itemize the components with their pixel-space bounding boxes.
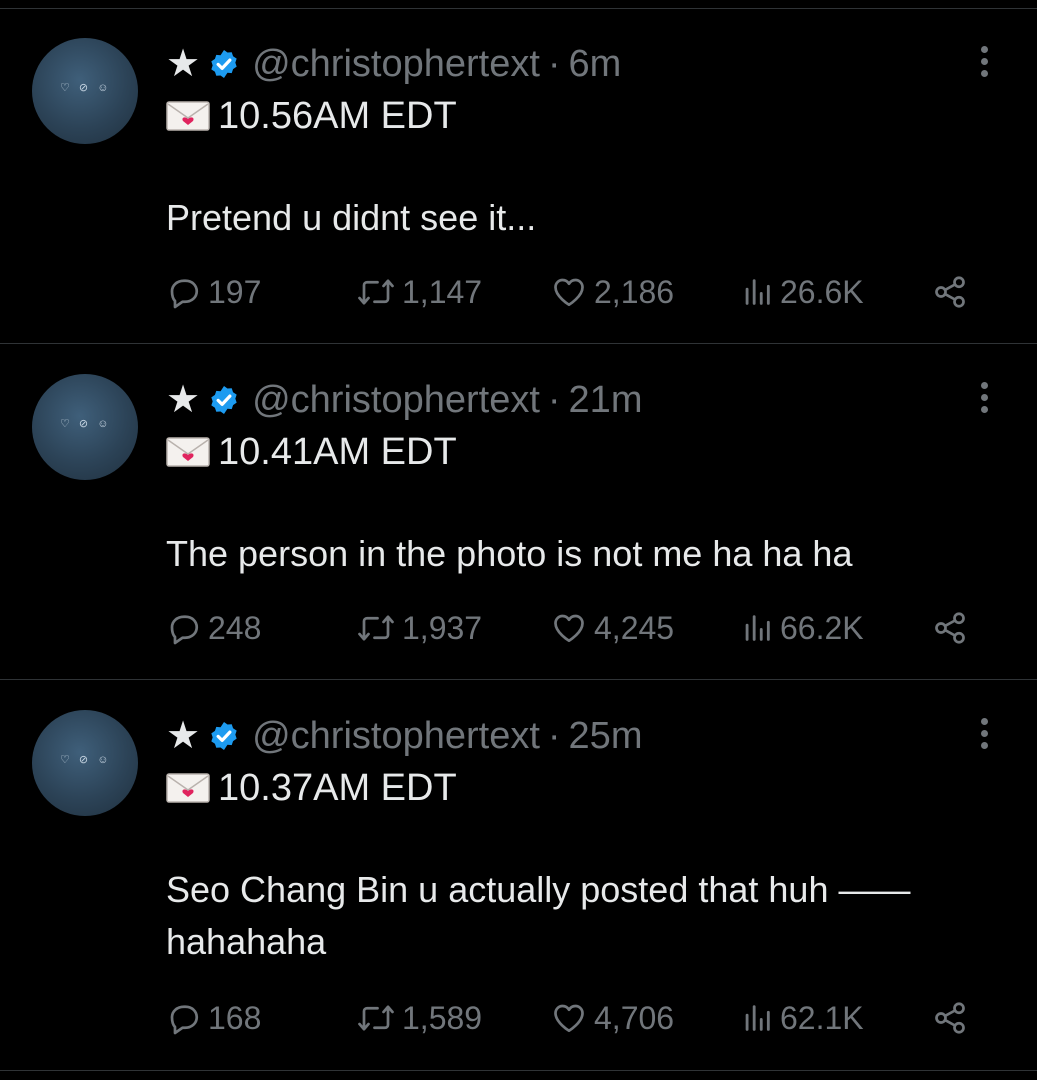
views-icon — [745, 1005, 770, 1031]
like-button[interactable]: 2,186 — [550, 272, 674, 312]
tweet-header: ★ @christophertext · 21m — [166, 378, 642, 422]
time-line: 10.56AM EDT — [166, 94, 457, 138]
reply-button[interactable]: 168 — [166, 998, 261, 1038]
retweet-count: 1,147 — [402, 273, 483, 310]
retweet-icon — [358, 279, 394, 305]
heart-icon — [554, 1004, 584, 1033]
view-count: 62.1K — [780, 999, 864, 1036]
avatar[interactable]: ♡ ⊘ ☺ — [32, 38, 138, 144]
author-handle[interactable]: @christophertext — [252, 42, 540, 86]
reply-count: 168 — [208, 999, 262, 1036]
reply-count: 197 — [208, 273, 262, 310]
verified-badge-icon — [211, 50, 237, 78]
avatar-glyphs: ♡ ⊘ ☺ — [60, 82, 112, 94]
share-icon — [935, 612, 965, 644]
views-icon — [745, 615, 770, 641]
time-line: 10.41AM EDT — [166, 430, 457, 474]
header-separator: · — [547, 379, 561, 421]
like-button[interactable]: 4,245 — [550, 608, 674, 648]
retweet-icon — [358, 615, 394, 641]
views-button[interactable]: 26.6K — [740, 272, 864, 312]
tweet-text: Seo Chang Bin u actually posted that huh… — [166, 869, 911, 962]
heart-icon — [554, 278, 584, 307]
love-letter-icon — [166, 773, 210, 803]
avatar[interactable]: ♡ ⊘ ☺ — [32, 374, 138, 480]
action-bar: 248 1,937 4,245 66.2K — [166, 608, 986, 648]
action-bar: 197 1,147 2,186 26.6K — [166, 272, 986, 312]
post-age[interactable]: 25m — [569, 714, 643, 758]
time-text: 10.56AM EDT — [218, 95, 457, 137]
author-handle[interactable]: @christophertext — [252, 714, 540, 758]
share-button[interactable] — [930, 608, 976, 648]
post-age[interactable]: 6m — [569, 42, 622, 86]
view-count: 26.6K — [780, 273, 864, 310]
time-text: 10.37AM EDT — [218, 767, 457, 809]
views-icon — [745, 279, 770, 305]
retweet-button[interactable]: 1,589 — [356, 998, 482, 1038]
action-bar: 168 1,589 4,706 62.1K — [166, 998, 986, 1038]
avatar[interactable]: ♡ ⊘ ☺ — [32, 710, 138, 816]
tweet-text: Pretend u didnt see it... — [166, 197, 537, 238]
display-name-star[interactable]: ★ — [166, 42, 200, 86]
time-line: 10.37AM EDT — [166, 766, 457, 810]
share-icon — [935, 276, 965, 308]
post-age[interactable]: 21m — [569, 378, 643, 422]
tweet-header: ★ @christophertext · 6m — [166, 42, 621, 86]
reply-icon — [170, 1005, 199, 1035]
more-options-icon[interactable] — [979, 382, 989, 418]
tweet-1[interactable]: ♡ ⊘ ☺ ★ @christophertext · 6m 10.56AM ED… — [0, 8, 1037, 344]
share-icon — [935, 1002, 965, 1034]
reply-icon — [170, 615, 199, 645]
like-count: 4,706 — [594, 999, 675, 1036]
reply-icon — [170, 279, 199, 309]
reply-count: 248 — [208, 609, 262, 646]
author-handle[interactable]: @christophertext — [252, 378, 540, 422]
more-options-icon[interactable] — [979, 46, 989, 82]
like-count: 4,245 — [594, 609, 675, 646]
like-count: 2,186 — [594, 273, 675, 310]
like-button[interactable]: 4,706 — [550, 998, 674, 1038]
verified-badge-icon — [211, 722, 237, 750]
love-letter-icon — [166, 101, 210, 131]
share-button[interactable] — [930, 272, 976, 312]
more-options-icon[interactable] — [979, 718, 989, 754]
views-button[interactable]: 66.2K — [740, 608, 864, 648]
view-count: 66.2K — [780, 609, 864, 646]
retweet-button[interactable]: 1,937 — [356, 608, 482, 648]
tweet-3[interactable]: ♡ ⊘ ☺ ★ @christophertext · 25m 10.37AM E… — [0, 680, 1037, 1071]
retweet-icon — [358, 1005, 394, 1031]
tweet-2[interactable]: ♡ ⊘ ☺ ★ @christophertext · 21m 10.41AM E… — [0, 344, 1037, 680]
header-separator: · — [547, 715, 561, 757]
tweet-header: ★ @christophertext · 25m — [166, 714, 642, 758]
header-separator: · — [547, 43, 561, 85]
display-name-star[interactable]: ★ — [166, 714, 200, 758]
reply-button[interactable]: 248 — [166, 608, 261, 648]
avatar-glyphs: ♡ ⊘ ☺ — [60, 754, 112, 766]
views-button[interactable]: 62.1K — [740, 998, 864, 1038]
heart-icon — [554, 614, 584, 643]
tweet-text: The person in the photo is not me ha ha … — [166, 533, 853, 574]
retweet-count: 1,937 — [402, 609, 483, 646]
display-name-star[interactable]: ★ — [166, 378, 200, 422]
verified-badge-icon — [211, 386, 237, 414]
reply-button[interactable]: 197 — [166, 272, 261, 312]
share-button[interactable] — [930, 998, 976, 1038]
love-letter-icon — [166, 437, 210, 467]
avatar-glyphs: ♡ ⊘ ☺ — [60, 418, 112, 430]
time-text: 10.41AM EDT — [218, 431, 457, 473]
retweet-button[interactable]: 1,147 — [356, 272, 482, 312]
retweet-count: 1,589 — [402, 999, 483, 1036]
